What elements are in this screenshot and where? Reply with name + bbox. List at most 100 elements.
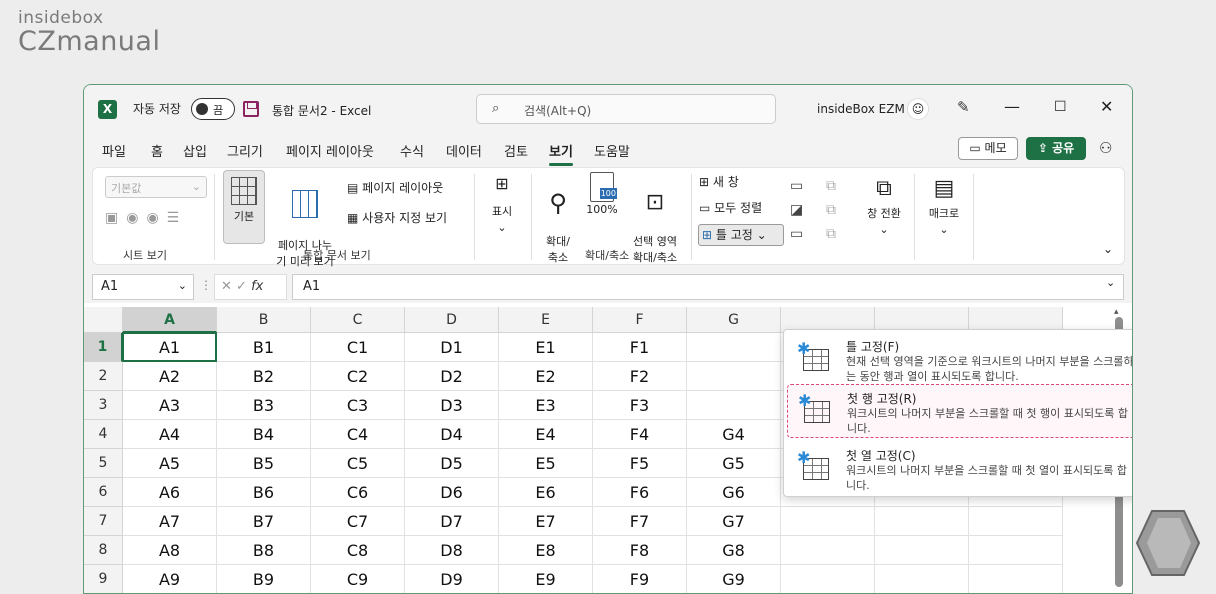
tab-data[interactable]: 데이터 (446, 141, 482, 160)
column-header[interactable]: G (687, 307, 781, 333)
row-header[interactable]: 7 (84, 507, 123, 536)
table-cell[interactable]: G5 (687, 449, 781, 478)
tab-help[interactable]: 도움말 (594, 141, 630, 160)
column-header[interactable]: D (405, 307, 499, 333)
table-cell[interactable]: C3 (311, 391, 405, 420)
tab-home[interactable]: 홈 (151, 141, 163, 160)
table-cell[interactable] (687, 362, 781, 391)
table-cell[interactable]: F8 (593, 536, 687, 565)
select-all-corner[interactable] (84, 307, 123, 333)
table-cell[interactable]: C9 (311, 565, 405, 593)
table-cell[interactable]: A4 (123, 420, 217, 449)
table-cell[interactable]: A8 (123, 536, 217, 565)
designer-pen-icon[interactable]: ✎ (957, 98, 970, 116)
unhide-icon[interactable]: ▭ (790, 222, 803, 246)
table-cell[interactable]: F5 (593, 449, 687, 478)
row-header[interactable]: 9 (84, 565, 123, 593)
autosave-toggle[interactable]: 끔 (191, 98, 235, 120)
search-box[interactable]: ⌕ 검색(Alt+Q) (476, 94, 776, 124)
cancel-icon[interactable]: ✕ (221, 279, 232, 294)
macros-button[interactable]: ▤ 매크로 ⌄ (921, 174, 967, 238)
custom-view-button[interactable]: ▦ 사용자 지정 보기 (347, 210, 447, 226)
row-header[interactable]: 2 (84, 362, 123, 391)
table-cell[interactable]: A3 (123, 391, 217, 420)
table-cell[interactable]: D3 (405, 391, 499, 420)
table-cell[interactable] (875, 565, 969, 593)
memo-button[interactable]: ▭ 메모 (958, 137, 1018, 160)
sheet-view-select[interactable]: 기본값 ⌄ (105, 176, 207, 198)
table-cell[interactable]: F3 (593, 391, 687, 420)
row-header[interactable]: 3 (84, 391, 123, 420)
table-cell[interactable]: D6 (405, 478, 499, 507)
table-cell[interactable]: E1 (499, 333, 593, 362)
table-cell[interactable]: C8 (311, 536, 405, 565)
table-cell[interactable] (687, 333, 781, 362)
tab-review[interactable]: 검토 (504, 141, 528, 160)
freeze-first-column-item[interactable]: ✱ 첫 열 고정(C) 워크시트의 나머지 부분을 스크롤할 때 첫 열이 표시되도… (787, 442, 1132, 496)
table-cell[interactable] (969, 565, 1063, 593)
table-cell[interactable]: F9 (593, 565, 687, 593)
table-cell[interactable]: B4 (217, 420, 311, 449)
normal-view-button[interactable]: 기본 (223, 170, 265, 244)
row-header[interactable]: 1 (84, 333, 123, 362)
table-cell[interactable]: B7 (217, 507, 311, 536)
table-cell[interactable]: B8 (217, 536, 311, 565)
table-cell[interactable]: E7 (499, 507, 593, 536)
insert-function-icon[interactable]: fx (251, 279, 263, 294)
user-name[interactable]: insideBox EZM (817, 102, 905, 116)
table-cell[interactable]: B1 (217, 333, 311, 362)
freeze-top-row-item[interactable]: ✱ 첫 행 고정(R) 워크시트의 나머지 부분을 스크롤할 때 첫 행이 표시되도… (787, 384, 1132, 438)
table-cell[interactable]: B9 (217, 565, 311, 593)
table-cell[interactable]: C1 (311, 333, 405, 362)
table-cell[interactable]: F1 (593, 333, 687, 362)
table-cell[interactable]: E6 (499, 478, 593, 507)
row-header[interactable]: 6 (84, 478, 123, 507)
table-cell[interactable]: E9 (499, 565, 593, 593)
tab-page-layout[interactable]: 페이지 레이아웃 (286, 141, 374, 160)
zoom-selection-button[interactable]: ⊡ 선택 영역 확대/축소 (625, 172, 685, 266)
formula-input[interactable]: A1 (292, 274, 1124, 300)
avatar[interactable]: ☺ (907, 98, 929, 120)
enter-icon[interactable]: ✓ (236, 279, 247, 294)
table-cell[interactable]: F2 (593, 362, 687, 391)
table-cell[interactable]: E8 (499, 536, 593, 565)
table-cell[interactable]: D5 (405, 449, 499, 478)
row-header[interactable]: 8 (84, 536, 123, 565)
show-button[interactable]: ⊞ 표시 ⌄ (483, 176, 521, 236)
table-cell[interactable]: A2 (123, 362, 217, 391)
tab-formulas[interactable]: 수식 (400, 141, 424, 160)
table-cell[interactable]: G9 (687, 565, 781, 593)
minimize-icon[interactable]: — (1004, 97, 1020, 116)
table-cell[interactable]: B2 (217, 362, 311, 391)
column-header[interactable]: C (311, 307, 405, 333)
table-cell[interactable]: C2 (311, 362, 405, 391)
table-cell[interactable] (781, 565, 875, 593)
column-header[interactable]: A (123, 307, 217, 333)
column-header[interactable]: E (499, 307, 593, 333)
save-icon[interactable] (243, 101, 259, 117)
table-cell[interactable]: C6 (311, 478, 405, 507)
table-cell[interactable] (875, 507, 969, 536)
share-button[interactable]: ⇪ 공유 (1026, 137, 1086, 160)
table-cell[interactable]: F6 (593, 478, 687, 507)
collapse-ribbon-icon[interactable]: ⌄ (1103, 242, 1113, 256)
table-cell[interactable]: E3 (499, 391, 593, 420)
table-cell[interactable]: G6 (687, 478, 781, 507)
name-box[interactable]: A1 ⌄ (92, 274, 194, 300)
coauthor-icon[interactable]: ⚇ (1099, 139, 1112, 157)
tab-insert[interactable]: 삽입 (183, 141, 207, 160)
table-cell[interactable]: C5 (311, 449, 405, 478)
table-cell[interactable]: G4 (687, 420, 781, 449)
tab-file[interactable]: 파일 (102, 141, 126, 160)
zoom-100-button[interactable]: 100 100% (583, 172, 621, 218)
tab-view[interactable]: 보기 (549, 141, 573, 166)
table-cell[interactable]: F7 (593, 507, 687, 536)
tab-draw[interactable]: 그리기 (227, 141, 263, 160)
table-cell[interactable]: C4 (311, 420, 405, 449)
row-header[interactable]: 5 (84, 449, 123, 478)
table-cell[interactable]: A7 (123, 507, 217, 536)
maximize-icon[interactable]: ☐ (1054, 99, 1067, 115)
table-cell[interactable]: A9 (123, 565, 217, 593)
hide-icon[interactable]: ◪ (790, 198, 803, 222)
freeze-panes-button[interactable]: ⊞ 틀 고정 ⌄ (698, 224, 784, 246)
